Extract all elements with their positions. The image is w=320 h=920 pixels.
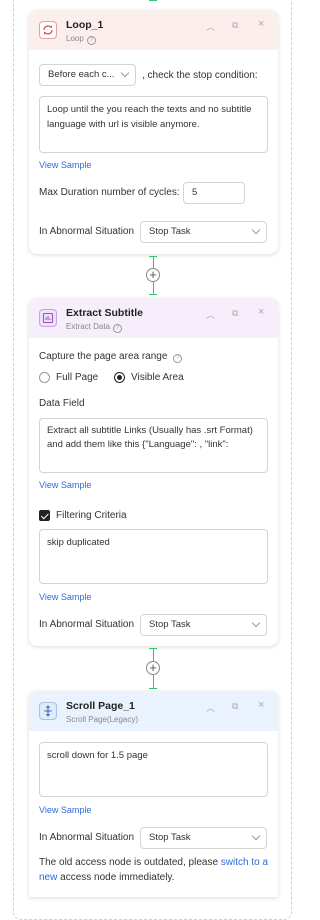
abnormal-select[interactable]: Stop Task <box>140 614 267 636</box>
loop-mode-select[interactable]: Before each c... <box>39 64 136 86</box>
max-cycles-value: 5 <box>192 187 198 198</box>
outdated-prefix: The old access node is outdated, please <box>39 857 221 868</box>
capture-range-text: Capture the page area range <box>39 351 168 362</box>
radio-visible-area-label[interactable]: Visible Area <box>131 372 184 383</box>
loop-card-subtitle: Loop? <box>66 34 96 45</box>
help-icon[interactable]: ? <box>113 324 123 333</box>
scroll-page-icon <box>39 702 57 720</box>
chevron-down-icon <box>251 831 261 841</box>
view-sample-link[interactable]: View Sample <box>39 160 91 170</box>
switch-node-link[interactable]: switch to a <box>221 857 268 868</box>
close-icon[interactable]: × <box>258 18 264 30</box>
capture-range-label: Capture the page area range? <box>39 351 183 363</box>
data-field-label: Data Field <box>39 398 85 409</box>
chevron-down-icon <box>120 68 130 78</box>
filtering-textarea[interactable]: skip duplicated <box>39 529 268 584</box>
radio-visible-area[interactable] <box>114 372 125 383</box>
scroll-instruction-text: scroll down for 1.5 page <box>47 750 148 761</box>
switch-node-link-cont[interactable]: new <box>39 872 57 883</box>
scroll-card-subtitle: Scroll Page(Legacy) <box>66 715 139 724</box>
loop-icon <box>39 21 57 39</box>
chevron-down-icon <box>251 225 261 235</box>
copy-icon[interactable]: ⧉ <box>232 701 238 712</box>
help-icon[interactable]: ? <box>173 354 183 363</box>
loop-card[interactable]: Loop_1 Loop? ︿ ⧉ × Before each c... , ch… <box>29 10 278 254</box>
abnormal-label: In Abnormal Situation <box>39 619 135 630</box>
max-cycles-input[interactable]: 5 <box>183 182 245 204</box>
radio-full-page[interactable] <box>39 372 50 383</box>
radio-full-page-label[interactable]: Full Page <box>56 372 98 383</box>
close-icon[interactable]: × <box>258 306 264 318</box>
loop-mode-suffix: , check the stop condition: <box>142 70 258 81</box>
close-icon[interactable]: × <box>258 699 264 711</box>
abnormal-label: In Abnormal Situation <box>39 832 135 843</box>
collapse-icon[interactable]: ︿ <box>206 701 215 714</box>
loop-condition-textarea[interactable]: Loop until the you reach the texts and n… <box>39 96 268 153</box>
view-sample-link[interactable]: View Sample <box>39 805 91 815</box>
collapse-icon[interactable]: ︿ <box>206 308 215 321</box>
loop-mode-value: Before each c... <box>48 69 115 80</box>
filtering-checkbox[interactable] <box>39 510 50 521</box>
view-sample-link[interactable]: View Sample <box>39 592 91 602</box>
chevron-down-icon <box>251 618 261 628</box>
scroll-card-header[interactable]: Scroll Page_1 Scroll Page(Legacy) ︿ ⧉ × <box>29 691 278 731</box>
copy-icon[interactable]: ⧉ <box>232 20 238 31</box>
outdated-notice: The old access node is outdated, please … <box>39 855 269 885</box>
loop-card-title: Loop_1 <box>66 19 104 31</box>
abnormal-select[interactable]: Stop Task <box>140 827 267 849</box>
connector-dash <box>149 294 157 295</box>
scroll-card[interactable]: Scroll Page_1 Scroll Page(Legacy) ︿ ⧉ × … <box>29 691 278 897</box>
collapse-icon[interactable]: ︿ <box>206 20 215 33</box>
loop-condition-text: Loop until the you reach the texts and n… <box>47 104 252 130</box>
extract-card[interactable]: Extract Subtitle Extract Data? ︿ ⧉ × Cap… <box>29 298 278 646</box>
extract-subtitle-text: Extract Data <box>66 322 111 331</box>
abnormal-value: Stop Task <box>149 832 191 843</box>
view-sample-link[interactable]: View Sample <box>39 480 91 490</box>
max-cycles-label: Max Duration number of cycles: <box>39 187 180 198</box>
copy-icon[interactable]: ⧉ <box>232 308 238 319</box>
add-step-button[interactable]: + <box>146 661 160 675</box>
extract-data-icon <box>39 309 57 327</box>
abnormal-value: Stop Task <box>149 226 191 237</box>
connector-dash <box>149 688 157 689</box>
loop-card-header[interactable]: Loop_1 Loop? ︿ ⧉ × <box>29 10 278 50</box>
extract-card-header[interactable]: Extract Subtitle Extract Data? ︿ ⧉ × <box>29 298 278 338</box>
extract-card-subtitle: Extract Data? <box>66 322 123 333</box>
abnormal-value: Stop Task <box>149 619 191 630</box>
outdated-suffix: access node immediately. <box>57 872 175 883</box>
help-icon[interactable]: ? <box>86 36 96 45</box>
filtering-text: skip duplicated <box>47 537 110 548</box>
abnormal-select[interactable]: Stop Task <box>140 221 267 243</box>
abnormal-label: In Abnormal Situation <box>39 226 135 237</box>
scroll-instruction-textarea[interactable]: scroll down for 1.5 page <box>39 742 268 797</box>
data-field-textarea[interactable]: Extract all subtitle Links (Usually has … <box>39 418 268 473</box>
connector-dash <box>149 0 157 1</box>
loop-subtitle-text: Loop <box>66 34 84 43</box>
filtering-label[interactable]: Filtering Criteria <box>56 510 127 521</box>
add-step-button[interactable]: + <box>146 268 160 282</box>
data-field-text: Extract all subtitle Links (Usually has … <box>47 425 253 450</box>
scroll-card-title: Scroll Page_1 <box>66 700 135 712</box>
extract-card-title: Extract Subtitle <box>66 307 144 319</box>
